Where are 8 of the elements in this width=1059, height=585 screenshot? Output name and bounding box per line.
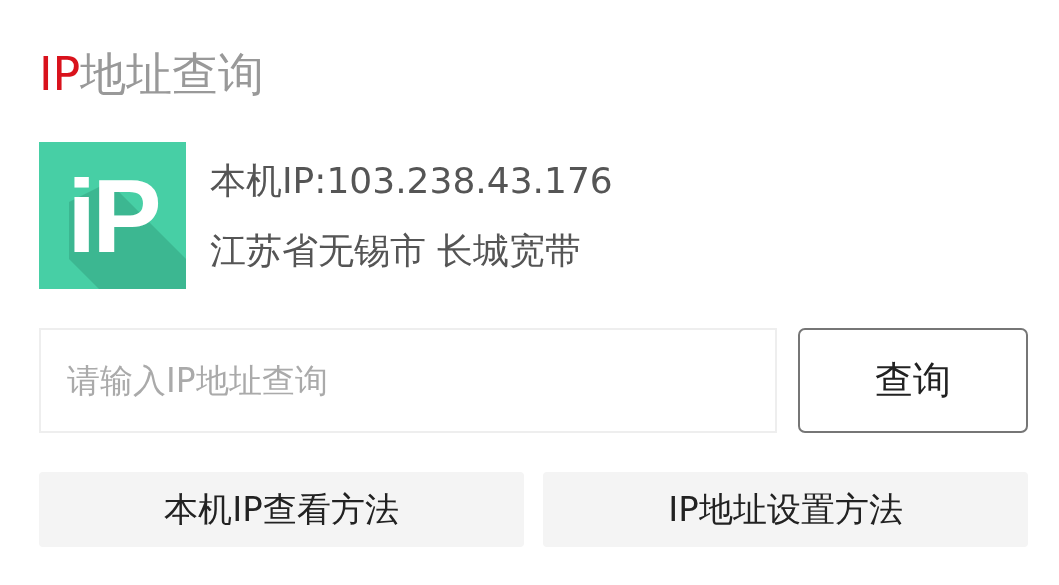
help-link-button[interactable]: 本机IP查看方法: [39, 472, 524, 547]
local-ip-text: 本机IP:103.238.43.176: [210, 159, 613, 202]
query-button[interactable]: 查询: [798, 328, 1028, 433]
ip-input-field[interactable]: 请输入IP地址查询: [39, 328, 777, 433]
help-link-button[interactable]: IP地址设置方法: [543, 472, 1028, 547]
page-title: IP地址查询: [39, 46, 265, 103]
location-text: 江苏省无锡市 长城宽带: [210, 229, 583, 272]
ip-logo: iP: [39, 142, 186, 289]
